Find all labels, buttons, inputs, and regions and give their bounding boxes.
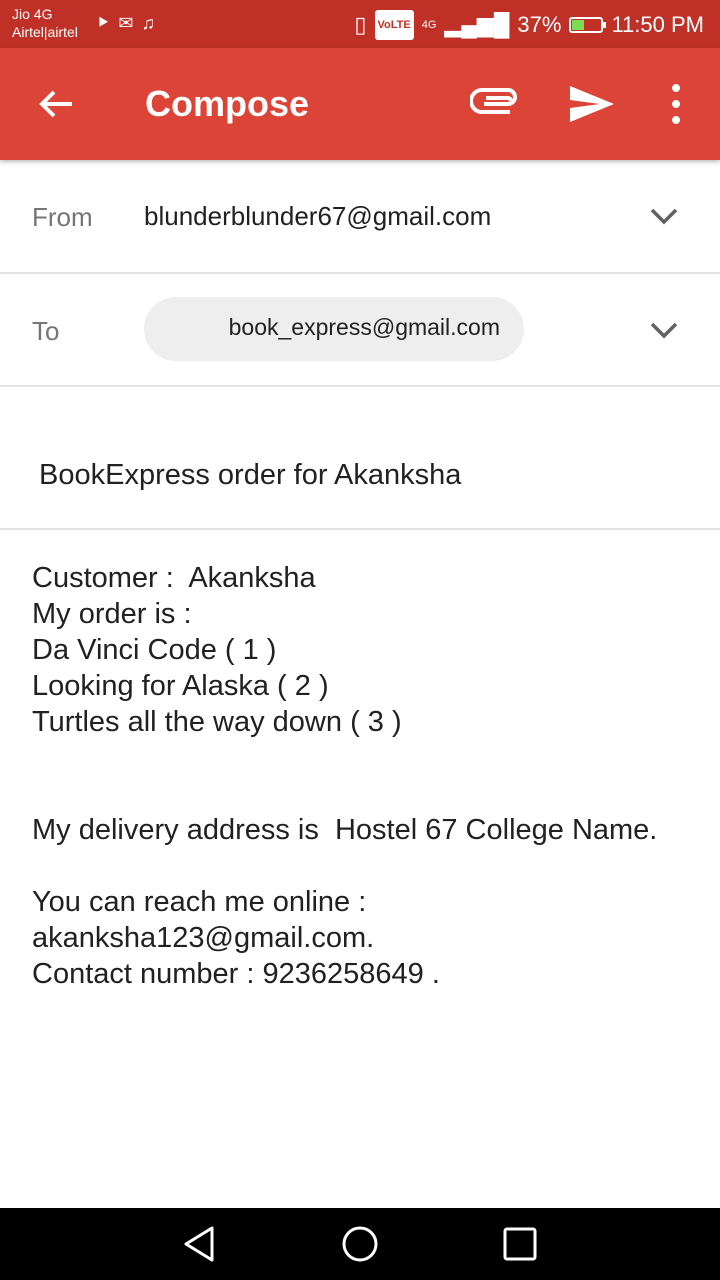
- body-line: You can reach me online :: [32, 886, 367, 918]
- volte-badge: VoLTE: [374, 10, 414, 40]
- carrier-line-2: Airtel|airtel: [12, 24, 78, 40]
- carrier-line-1: Jio 4G: [12, 6, 53, 22]
- body-line: My order is :: [32, 598, 192, 630]
- nav-recents-icon[interactable]: [500, 1224, 540, 1264]
- body-line: My delivery address is Hostel 67 College…: [32, 814, 658, 846]
- body-line: [32, 848, 702, 884]
- recipient-chip[interactable]: book_express@gmail.com: [144, 297, 524, 361]
- body-line: Turtles all the way down ( 3 ): [32, 706, 402, 738]
- body-line: Looking for Alaska ( 2 ): [32, 670, 329, 702]
- battery-icon: [569, 17, 607, 33]
- chevron-down-icon[interactable]: [648, 206, 680, 226]
- more-vert-icon: [672, 84, 680, 124]
- more-options-button[interactable]: [660, 82, 692, 126]
- compose-body[interactable]: Customer : Akanksha My order is : Da Vin…: [32, 560, 702, 992]
- app-bar: Compose: [0, 48, 720, 160]
- attach-button[interactable]: [469, 84, 522, 124]
- from-address[interactable]: blunderblunder67@gmail.com: [144, 201, 491, 232]
- status-bar: Jio 4G Airtel|airtel ⯈ ✉ ♫ ▯ VoLTE 4G ▂▄…: [0, 0, 720, 48]
- to-row: To book_express@gmail.com: [0, 272, 720, 387]
- music-icon: ♫: [141, 13, 156, 33]
- body-line: Contact number : 9236258649 .: [32, 958, 440, 990]
- gmail-icon: ✉: [118, 13, 134, 33]
- from-label: From: [32, 202, 93, 232]
- body-line: [32, 776, 702, 812]
- clock: 11:50 PM: [611, 12, 704, 37]
- send-icon: [570, 86, 614, 122]
- network-type: 4G: [421, 19, 437, 31]
- recipient-address: book_express@gmail.com: [228, 314, 500, 340]
- attachment-icon: [469, 88, 517, 114]
- notification-icon-1: ⯈: [96, 13, 111, 33]
- body-line: [32, 740, 702, 776]
- nav-home-icon[interactable]: [340, 1224, 380, 1264]
- navigation-bar: [0, 1208, 720, 1280]
- from-row: From blunderblunder67@gmail.com: [0, 160, 720, 274]
- status-right: ▯ VoLTE 4G ▂▄▆█ 37% 11:50 PM: [354, 10, 704, 40]
- body-line: Customer : Akanksha: [32, 562, 316, 594]
- battery-percent: 37%: [517, 12, 562, 37]
- chevron-down-icon[interactable]: [648, 320, 680, 340]
- carrier-info: Jio 4G Airtel|airtel: [12, 5, 78, 41]
- send-button[interactable]: [566, 82, 618, 126]
- nav-back-icon[interactable]: [180, 1224, 220, 1264]
- battery-level: [572, 20, 584, 30]
- body-line: akanksha123@gmail.com.: [32, 922, 375, 954]
- vibrate-icon: ▯: [354, 12, 367, 37]
- page-title: Compose: [145, 83, 310, 124]
- back-arrow-icon: [39, 90, 72, 118]
- body-line: Da Vinci Code ( 1 ): [32, 634, 277, 666]
- back-button[interactable]: [32, 82, 80, 126]
- notification-icons: ⯈ ✉ ♫: [96, 12, 155, 34]
- to-label: To: [32, 316, 60, 346]
- signal-icon: ▂▄▆█: [444, 12, 510, 37]
- subject-field[interactable]: BookExpress order for Akanksha: [39, 459, 461, 492]
- subject-row: BookExpress order for Akanksha: [0, 385, 720, 530]
